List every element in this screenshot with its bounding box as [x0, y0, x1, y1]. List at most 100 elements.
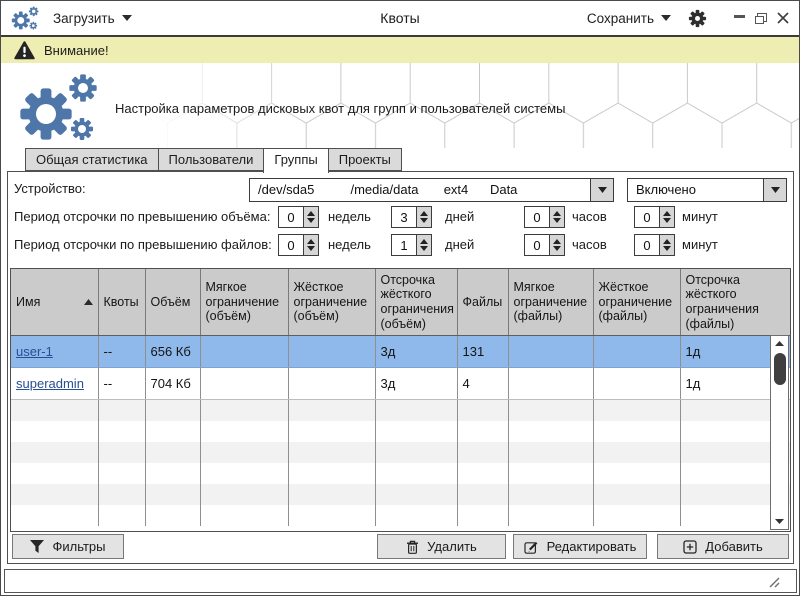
files-days-spin-buttons[interactable]	[416, 234, 432, 256]
volume-hours-spinner[interactable]	[524, 206, 565, 228]
spinner-down-icon	[663, 246, 671, 251]
volume-weeks-spinner[interactable]	[278, 206, 319, 228]
volume-minutes-spin-buttons[interactable]	[659, 206, 675, 228]
column-header-soft-files[interactable]: Мягкое ограничение (файлы)	[508, 269, 593, 336]
grace-volume-label: Период отсрочки по превышению объёма:	[14, 206, 270, 228]
spinner-up-icon	[553, 211, 561, 216]
scroll-down-button[interactable]	[771, 514, 788, 529]
spinner-up-icon	[307, 211, 315, 216]
scroll-down-icon	[775, 519, 784, 524]
files-days-spinner[interactable]	[391, 234, 432, 256]
volume-days-input[interactable]	[391, 206, 416, 228]
device-label: Устройство:	[14, 178, 86, 200]
group-link[interactable]: superadmin	[16, 376, 84, 391]
minimize-button[interactable]	[734, 15, 745, 18]
spinner-up-icon	[420, 211, 428, 216]
column-header-grace-volume[interactable]: Отсрочка жёсткого ограничения (объём)	[375, 269, 457, 336]
app-header: Настройка параметров дисковых квот для г…	[1, 63, 799, 148]
empty-row	[11, 505, 790, 526]
tab-general-stats[interactable]: Общая статистика	[25, 148, 159, 171]
files-weeks-input[interactable]	[278, 234, 303, 256]
files-minutes-spinner[interactable]	[634, 234, 675, 256]
volume-days-spinner[interactable]	[391, 206, 432, 228]
empty-row	[11, 484, 790, 505]
scroll-up-icon	[775, 341, 784, 346]
empty-row	[11, 463, 790, 484]
tab-users[interactable]: Пользователи	[158, 148, 265, 171]
close-button[interactable]	[777, 12, 789, 24]
filter-funnel-icon	[30, 540, 44, 553]
app-window: Загрузить Квоты Сохранить Внимание! Наст…	[0, 0, 800, 596]
spinner-up-icon	[420, 239, 428, 244]
table-header-row: Имя Квоты Объём Мягкое ограничение (объё…	[11, 269, 790, 336]
files-minutes-spin-buttons[interactable]	[659, 234, 675, 256]
group-link[interactable]: user-1	[16, 344, 53, 359]
app-description: Настройка параметров дисковых квот для г…	[115, 101, 565, 116]
vertical-scrollbar[interactable]	[770, 335, 789, 530]
scroll-up-button[interactable]	[771, 336, 788, 351]
files-hours-spinner[interactable]	[524, 234, 565, 256]
edit-button-label: Редактировать	[547, 539, 637, 554]
status-bar	[4, 569, 797, 593]
table-row-superadmin[interactable]: superadmin -- 704 Кб 3д 4 1д	[11, 368, 790, 400]
plus-square-icon	[683, 540, 697, 554]
quota-state-select[interactable]: Включено	[627, 178, 787, 202]
empty-row	[11, 421, 790, 442]
hours-unit-label: часов	[572, 234, 607, 256]
spinner-down-icon	[553, 246, 561, 251]
settings-gear-icon[interactable]	[688, 9, 707, 28]
volume-hours-spin-buttons[interactable]	[549, 206, 565, 228]
spinner-down-icon	[663, 218, 671, 223]
volume-hours-input[interactable]	[524, 206, 549, 228]
spinner-up-icon	[553, 239, 561, 244]
quota-state-arrow[interactable]	[763, 179, 786, 201]
delete-button[interactable]: Удалить	[377, 534, 506, 559]
spinner-down-icon	[420, 218, 428, 223]
column-header-quotas[interactable]: Квоты	[98, 269, 145, 336]
save-menu-label: Сохранить	[587, 11, 654, 26]
column-header-files[interactable]: Файлы	[457, 269, 508, 336]
scrollbar-thumb[interactable]	[774, 353, 786, 385]
load-menu-button[interactable]: Загрузить	[53, 1, 132, 35]
files-weeks-spin-buttons[interactable]	[303, 234, 319, 256]
filters-button[interactable]: Фильтры	[12, 534, 124, 559]
add-button[interactable]: Добавить	[657, 534, 789, 559]
column-header-name[interactable]: Имя	[11, 269, 98, 336]
volume-days-spin-buttons[interactable]	[416, 206, 432, 228]
files-weeks-spinner[interactable]	[278, 234, 319, 256]
files-hours-spin-buttons[interactable]	[549, 234, 565, 256]
quota-table: Имя Квоты Объём Мягкое ограничение (объё…	[10, 268, 791, 532]
tab-groups[interactable]: Группы	[263, 148, 328, 173]
device-select-arrow[interactable]	[590, 179, 613, 201]
spinner-up-icon	[307, 239, 315, 244]
table-row-user-1[interactable]: user-1 -- 656 Кб 3д 131 1д	[11, 336, 790, 368]
files-hours-input[interactable]	[524, 234, 549, 256]
column-header-hard-volume[interactable]: Жёсткое ограничение (объём)	[288, 269, 375, 336]
restore-button[interactable]	[755, 13, 767, 24]
edit-button[interactable]: Редактировать	[513, 534, 647, 559]
empty-row	[11, 442, 790, 463]
files-minutes-input[interactable]	[634, 234, 659, 256]
filters-button-label: Фильтры	[52, 539, 105, 554]
volume-minutes-spinner[interactable]	[634, 206, 675, 228]
minutes-unit-label: минут	[682, 206, 718, 228]
warning-banner: Внимание!	[1, 37, 799, 63]
days-unit-label: дней	[445, 234, 474, 256]
device-select[interactable]: /dev/sda5 /media/data ext4 Data	[249, 178, 614, 202]
volume-minutes-input[interactable]	[634, 206, 659, 228]
grace-volume-row: Период отсрочки по превышению объёма: не…	[8, 206, 793, 228]
add-button-label: Добавить	[705, 539, 762, 554]
column-header-grace-files[interactable]: Отсрочка жёсткого ограничения (файлы)	[680, 269, 790, 336]
chevron-down-icon	[661, 15, 671, 21]
column-header-hard-files[interactable]: Жёсткое ограничение (файлы)	[593, 269, 680, 336]
volume-weeks-input[interactable]	[278, 206, 303, 228]
spinner-down-icon	[307, 246, 315, 251]
tab-projects[interactable]: Проекты	[328, 148, 402, 171]
resize-grip[interactable]	[768, 576, 780, 588]
column-header-volume[interactable]: Объём	[145, 269, 200, 336]
files-days-input[interactable]	[391, 234, 416, 256]
save-menu-button[interactable]: Сохранить	[587, 1, 671, 35]
volume-weeks-spin-buttons[interactable]	[303, 206, 319, 228]
column-header-soft-volume[interactable]: Мягкое ограничение (объём)	[200, 269, 288, 336]
minutes-unit-label: минут	[682, 234, 718, 256]
